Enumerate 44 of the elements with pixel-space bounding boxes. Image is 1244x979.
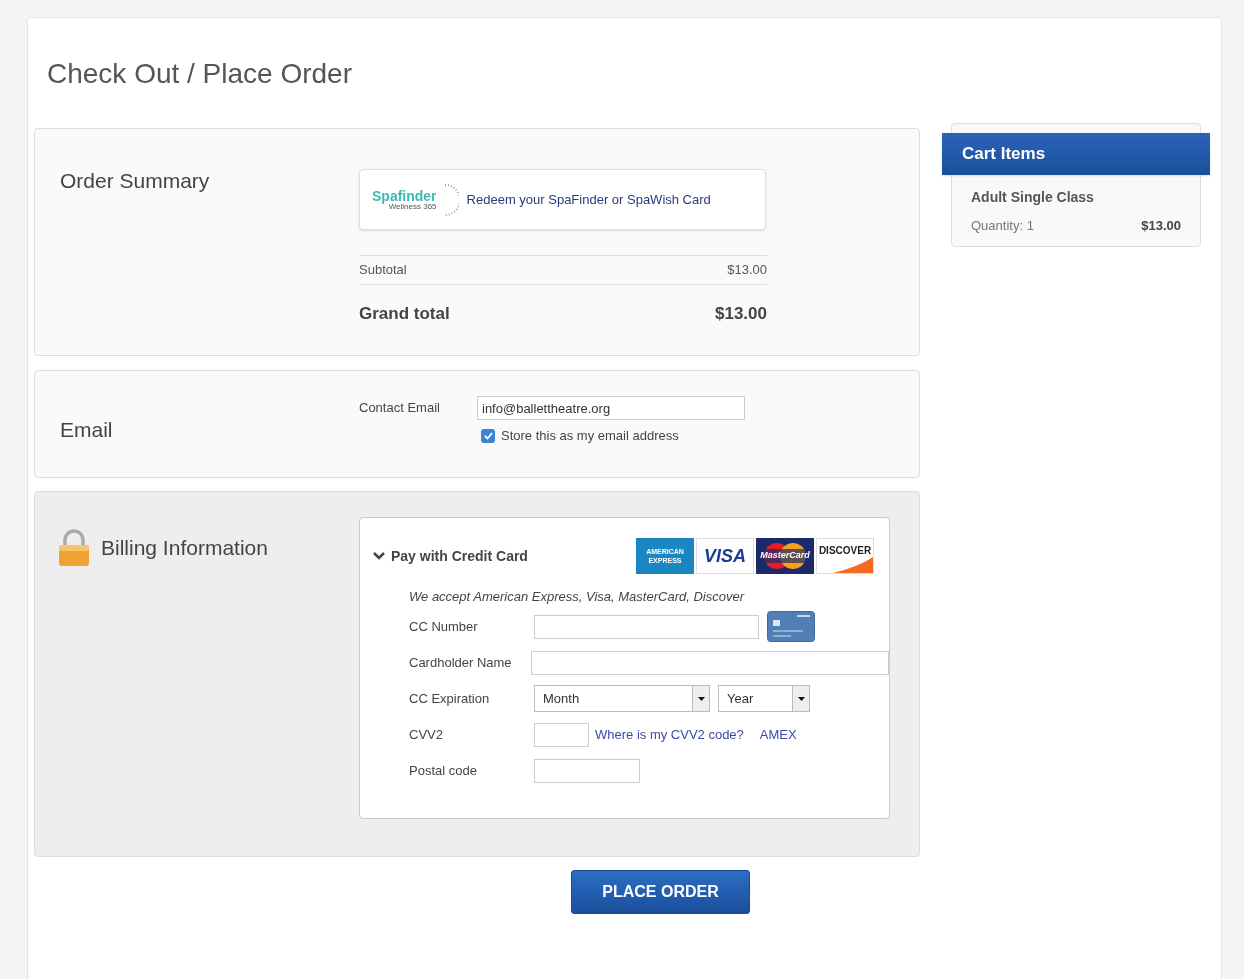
field-label: CVV2 <box>409 725 444 744</box>
mastercard-logo: MasterCard <box>756 538 814 574</box>
section-heading: Order Summary <box>59 168 211 194</box>
cart-item-quantity: Quantity: 1 <box>971 217 1034 235</box>
cardholder-name-field[interactable] <box>531 650 889 675</box>
pay-with-card-toggle[interactable]: Pay with Credit Card <box>373 545 528 567</box>
spafinder-logo-text: Spafinder <box>372 188 437 203</box>
dropdown-arrow-icon <box>697 696 705 701</box>
cvv-field[interactable] <box>534 722 589 747</box>
dropdown-arrow-icon <box>797 696 805 701</box>
cart-item-name: Adult Single Class <box>971 188 1095 207</box>
year-select[interactable]: Year <box>718 685 810 712</box>
grand-total-label: Grand total <box>359 302 450 325</box>
field-label: CC Number <box>409 617 479 636</box>
postal-code-field[interactable] <box>534 758 640 783</box>
field-label: Cardholder Name <box>409 653 513 672</box>
checkbox-label: Store this as my email address <box>501 427 679 445</box>
subtotal-amount: $13.00 <box>727 261 767 279</box>
chevron-icon <box>373 552 385 560</box>
place-order-button[interactable]: PLACE ORDER <box>571 870 750 914</box>
spafinder-tagline: Wellness 365 <box>388 202 437 211</box>
help-link[interactable]: AMEX <box>759 724 797 745</box>
section-heading: Email <box>59 417 114 443</box>
field-label: Postal code <box>409 761 478 780</box>
cart-title: Cart Items <box>962 143 1046 166</box>
field-label: Contact Email <box>359 399 441 417</box>
checkmark-icon <box>483 431 493 440</box>
padlock-icon <box>57 529 91 567</box>
cart-item-price: $13.00 <box>1141 217 1181 235</box>
section-heading: Billing Information <box>101 535 268 562</box>
subtotal-label: Subtotal <box>359 261 407 279</box>
page-title: Check Out / Place Order <box>47 60 353 88</box>
accepted-cards-note: We accept American Express, Visa, MasterCard, Discover <box>409 588 746 606</box>
help-link[interactable]: Where is my CVV2 code? <box>595 724 744 745</box>
grand-total-amount: $13.00 <box>715 302 767 325</box>
email-field[interactable]: info@ballettheatre.org <box>477 396 745 420</box>
credit-card-icon <box>767 611 815 642</box>
redeem-card-button[interactable]: Spafinder Wellness 365 Redeem your SpaFinder or SpaWish Card <box>359 169 766 230</box>
month-select[interactable]: Month <box>534 685 710 712</box>
card-number-field[interactable] <box>534 614 759 639</box>
visa-logo: VISA <box>696 538 754 574</box>
discover-logo: DISCOVER <box>816 538 874 574</box>
field-label: CC Expiration <box>409 689 491 708</box>
store-email-checkbox[interactable] <box>481 428 495 443</box>
